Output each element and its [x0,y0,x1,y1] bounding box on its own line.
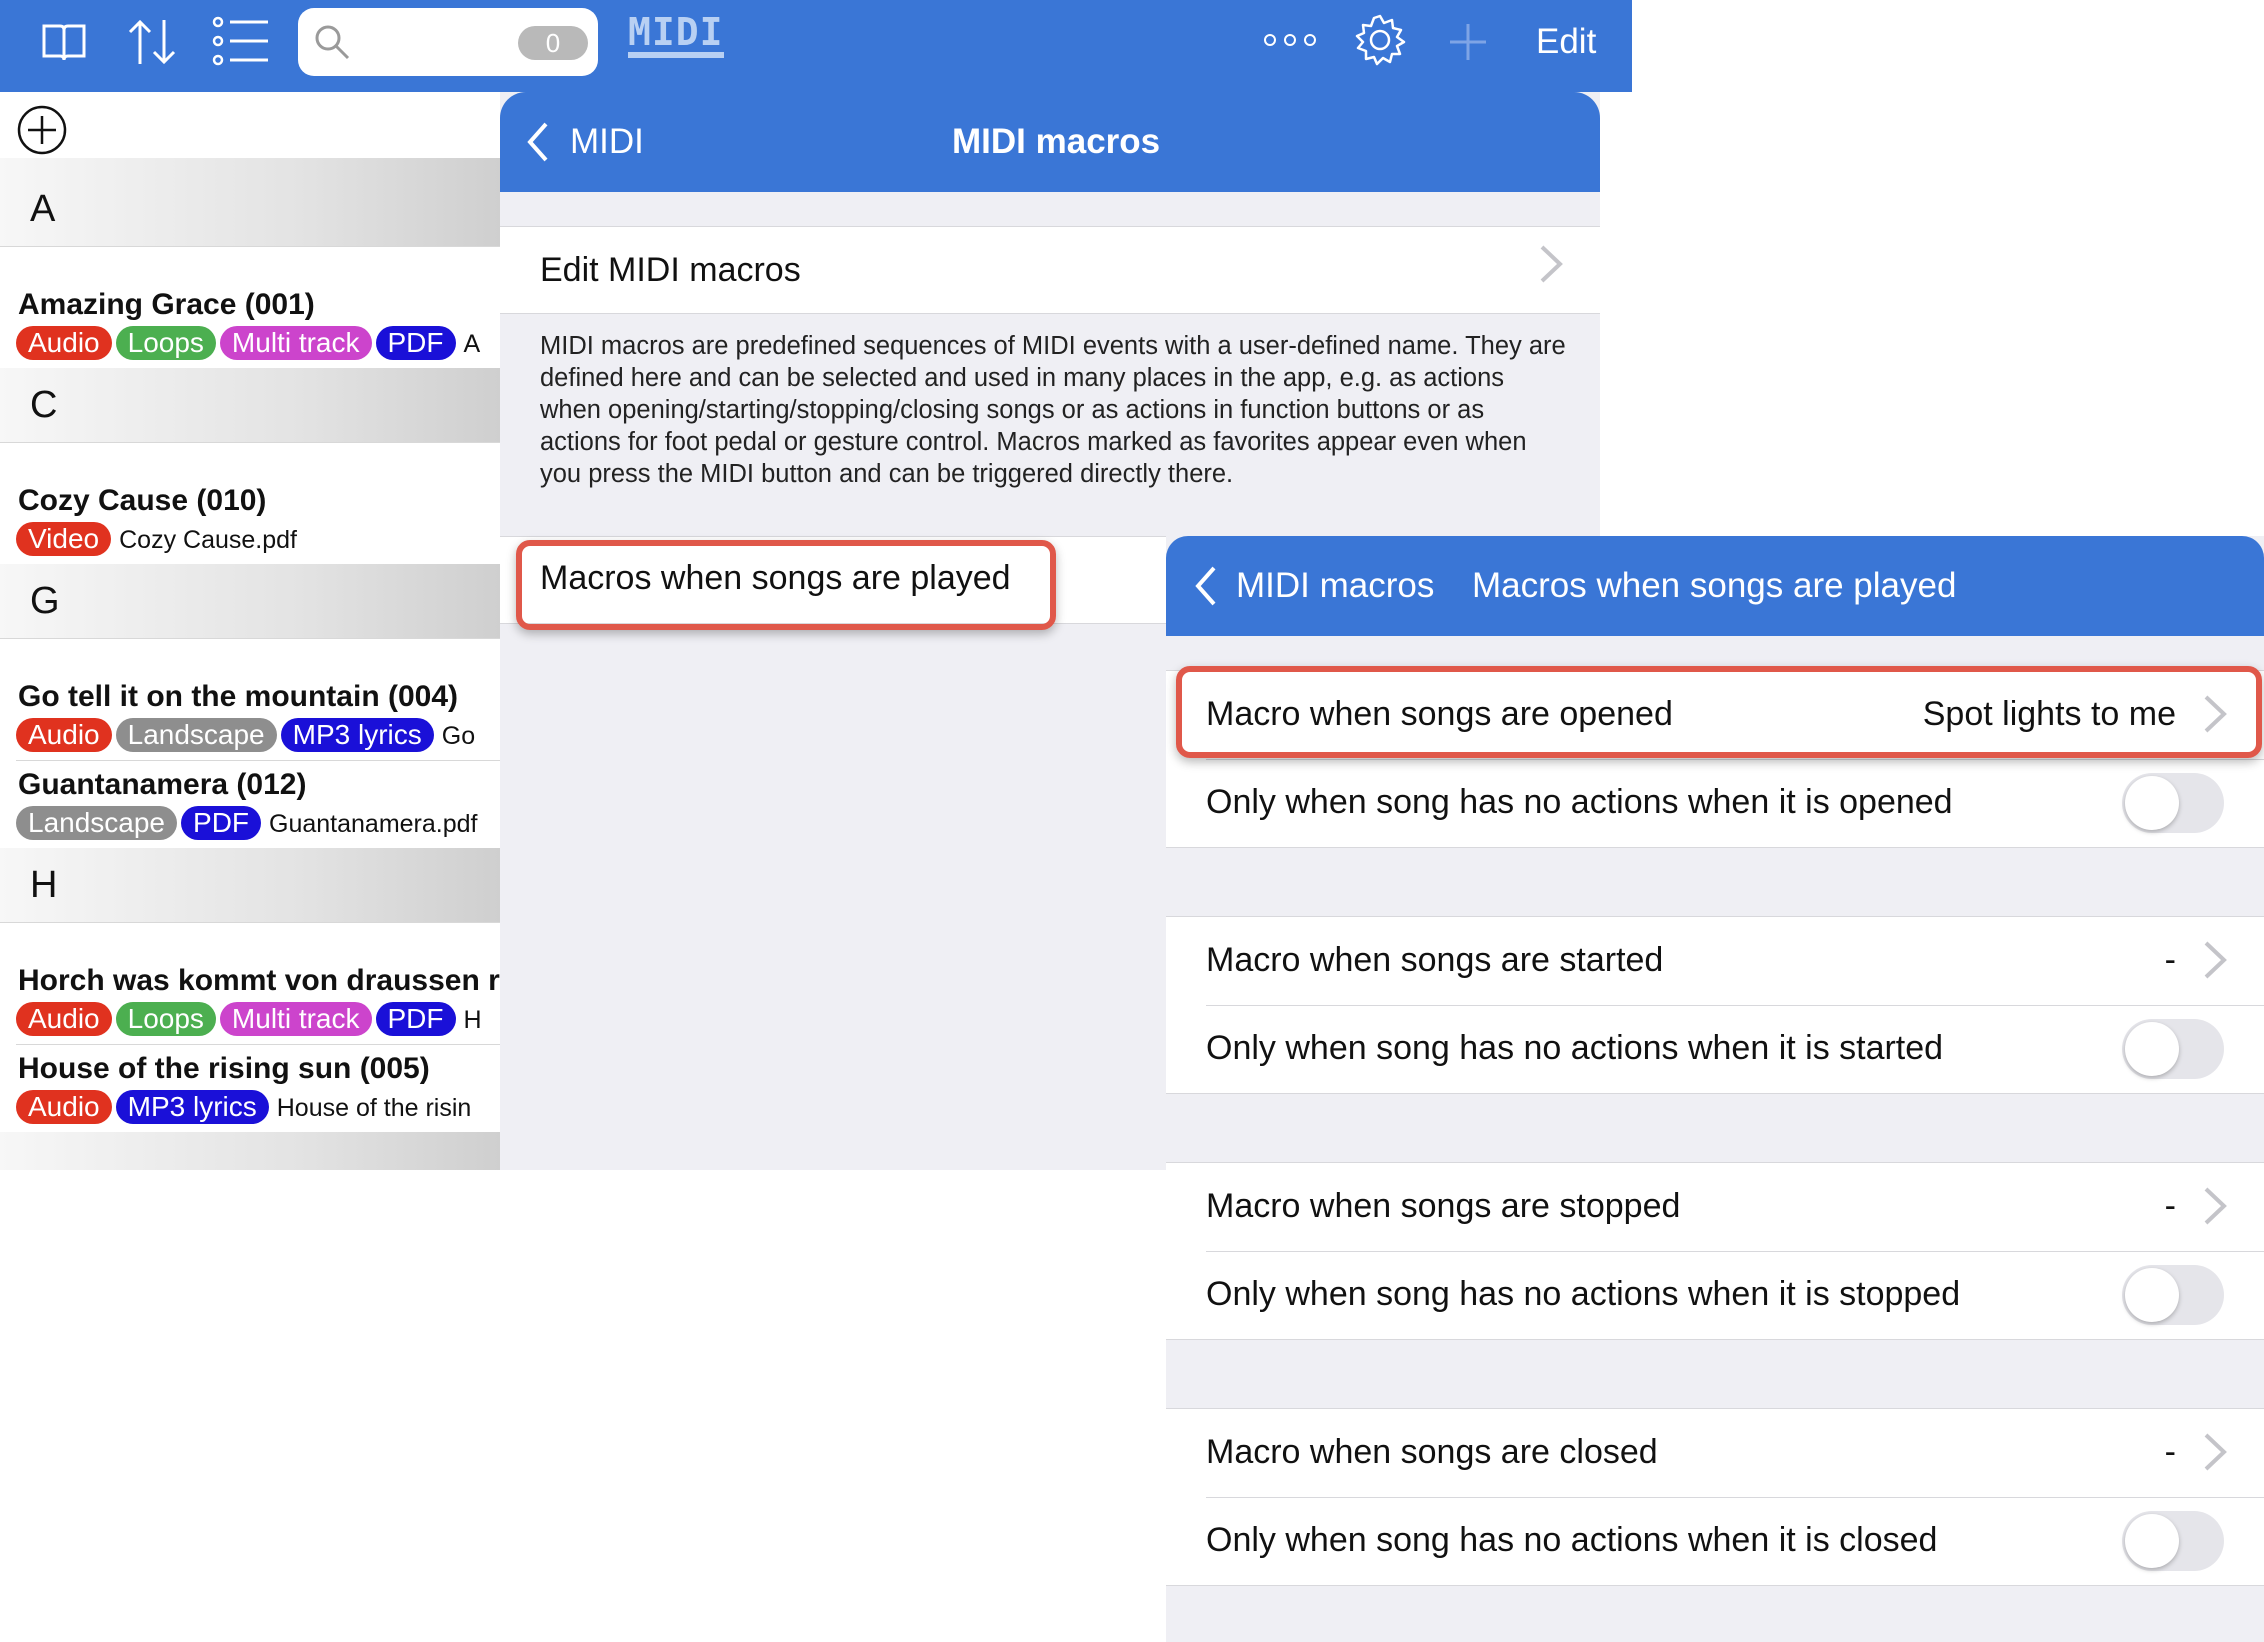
search-icon [312,22,352,67]
song-filename: Cozy Cause.pdf [119,526,297,554]
search-result-count: 0 [518,26,588,60]
highlight-frame [516,540,1056,630]
row-label: Only when song has no actions when it is… [1206,1029,1944,1067]
section-letter: G [30,580,60,622]
song-title[interactable]: Horch was kommt von draussen re [18,964,517,998]
tag-audio: Audio [16,1002,112,1036]
row-value: - [2164,941,2176,979]
section-letter: C [30,384,58,426]
back-button[interactable]: MIDI [570,122,644,162]
row-value: - [2164,1187,2176,1225]
description-text: MIDI macros are predefined sequences of … [540,332,1566,488]
song-filename: House of the risin [276,1094,472,1122]
song-title[interactable]: Go tell it on the mountain (004) [18,680,458,714]
row-label: Only when song has no actions when it is… [1206,1521,1938,1559]
row-label: Edit MIDI macros [540,251,801,289]
more-icon[interactable] [1262,32,1318,53]
chevron-right-icon [1536,239,1566,300]
back-chevron-icon[interactable] [1192,564,1220,613]
song-filename: H [463,1006,482,1034]
page-title: Macros when songs are played [1472,566,1957,605]
gear-icon[interactable] [1352,12,1408,73]
song-filename: A [463,330,481,358]
tag-pdf: PDF [375,1002,456,1036]
top-toolbar: 0 MIDI Edit [0,0,1632,92]
tag-landscape: Landscape [16,806,178,840]
chevron-right-icon [2200,1181,2230,1242]
book-icon[interactable] [40,20,88,69]
tag-row: Landscape PDF Guantanamera.pdf [16,806,478,842]
section-letter: H [30,864,58,906]
tag-row: Audio Loops Multi track PDF H [16,1002,482,1038]
chevron-right-icon [2200,1427,2230,1488]
back-chevron-icon[interactable] [524,120,552,169]
song-filename: Guantanamera.pdf [269,810,478,838]
row-label: Macro when songs are stopped [1206,1187,1681,1225]
tag-video: Video [16,522,112,556]
edit-midi-macros-row[interactable]: Edit MIDI macros [500,226,1600,314]
tag-audio: Audio [16,326,112,360]
macro-started-group: Macro when songs are started - Only when… [1166,916,2264,1094]
macro-started-row[interactable]: Macro when songs are started - [1166,917,2264,1005]
edit-button[interactable]: Edit [1536,18,1596,66]
macro-stopped-row[interactable]: Macro when songs are stopped - [1166,1163,2264,1251]
tag-multi-track: Multi track [219,1002,372,1036]
tag-row: Audio Landscape MP3 lyrics Go [16,718,475,754]
section-header-a: A [0,158,500,246]
section-letter: A [30,188,56,230]
tag-audio: Audio [16,718,112,752]
only-opened-toggle[interactable] [2122,773,2224,833]
song-title[interactable]: Amazing Grace (001) [18,288,315,322]
row-label: Only when song has no actions when it is… [1206,1275,1961,1313]
row-label: Macro when songs are closed [1206,1433,1658,1471]
back-button[interactable]: MIDI macros [1236,566,1434,606]
chevron-right-icon [2200,935,2230,996]
section-header-h: H [0,848,500,922]
plus-icon [1446,20,1490,69]
song-title[interactable]: Cozy Cause (010) [18,484,266,518]
song-title[interactable]: Guantanamera (012) [18,768,306,802]
songs-played-panel: MIDI macros Macros when songs are played… [1166,536,2264,1642]
nav-bar: MIDI macros Macros when songs are played [1166,536,2264,636]
tag-row: Video Cozy Cause.pdf [16,522,297,558]
tag-row: Audio MP3 lyrics House of the risin [16,1090,471,1126]
tag-audio: Audio [16,1090,112,1124]
tag-mp3-lyrics: MP3 lyrics [280,718,434,752]
add-song-icon[interactable] [16,104,68,161]
section-header-c: C [0,368,500,442]
song-filename: Go [441,722,476,750]
song-title[interactable]: House of the rising sun (005) [18,1052,430,1086]
row-label: Macro when songs are started [1206,941,1664,979]
macro-closed-row[interactable]: Macro when songs are closed - [1166,1409,2264,1497]
song-list: A Amazing Grace (001) Audio Loops Multi tr… [0,92,517,1170]
tag-row: Audio Loops Multi track PDF A [16,326,480,362]
midi-button[interactable]: MIDI [628,12,724,58]
only-started-row: Only when song has no actions when it is… [1166,1005,2264,1093]
tag-landscape: Landscape [115,718,277,752]
only-closed-row: Only when song has no actions when it is… [1166,1497,2264,1585]
sort-icon[interactable] [124,14,180,75]
nav-bar: MIDI MIDI macros [500,92,1600,192]
only-stopped-row: Only when song has no actions when it is… [1166,1251,2264,1339]
tag-loops: Loops [115,326,216,360]
only-opened-row: Only when song has no actions when it is… [1166,759,2264,847]
list-icon[interactable] [210,16,270,71]
list-footer [0,1132,500,1170]
only-stopped-toggle[interactable] [2122,1265,2224,1325]
tag-multi-track: Multi track [219,326,372,360]
section-header-g: G [0,564,500,638]
highlight-frame [1176,666,2262,758]
tag-pdf: PDF [181,806,262,840]
macro-closed-group: Macro when songs are closed - Only when … [1166,1408,2264,1586]
page-title: MIDI macros [952,122,1161,161]
tag-loops: Loops [115,1002,216,1036]
only-started-toggle[interactable] [2122,1019,2224,1079]
tag-pdf: PDF [375,326,456,360]
only-closed-toggle[interactable] [2122,1511,2224,1571]
row-label: Only when song has no actions when it is… [1206,783,1953,821]
macro-stopped-group: Macro when songs are stopped - Only when… [1166,1162,2264,1340]
row-value: - [2164,1433,2176,1471]
tag-mp3-lyrics: MP3 lyrics [115,1090,269,1124]
